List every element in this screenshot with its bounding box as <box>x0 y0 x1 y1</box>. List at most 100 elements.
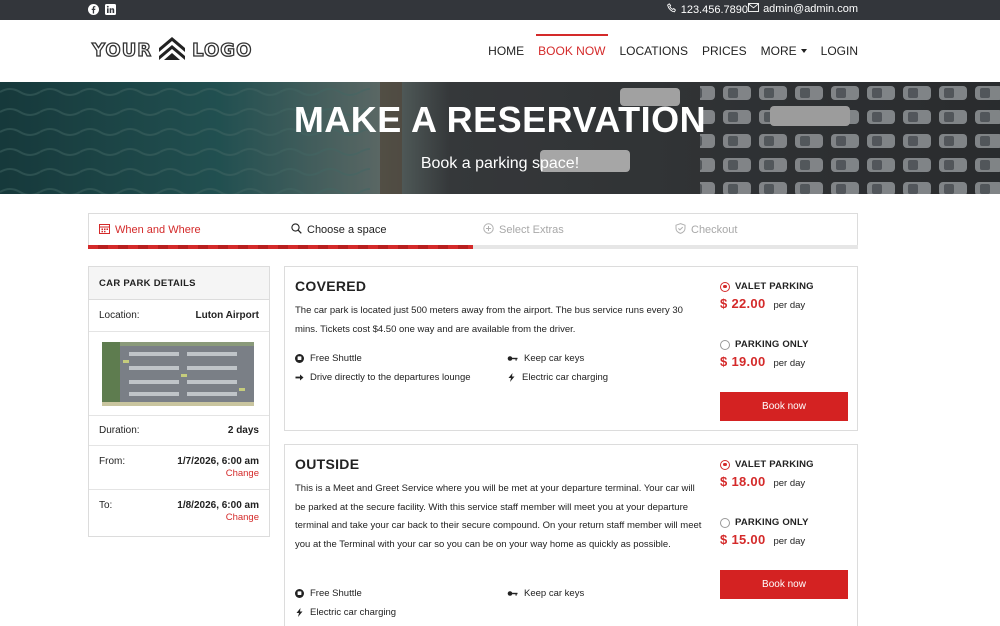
social-links <box>88 4 116 15</box>
step-label: Choose a space <box>307 224 387 236</box>
from-row: From: 1/7/2026, 6:00 am Change <box>89 446 269 490</box>
book-now-button[interactable]: Book now <box>720 392 848 421</box>
search-icon <box>291 223 302 237</box>
phone-number: 123.456.7890 <box>680 3 748 16</box>
space-title: COVERED <box>295 278 367 294</box>
steps-progress-fill <box>88 245 473 249</box>
feature-electric-charging: Electric car charging <box>295 607 396 618</box>
feature-drive-to-departures: Drive directly to the departures lounge <box>295 372 471 383</box>
option-valet-parking[interactable]: VALET PARKING $ 18.00 per day <box>720 459 848 489</box>
to-value: 1/8/2026, 6:00 am <box>177 500 259 511</box>
location-label: Location: <box>99 310 140 321</box>
step-label: Select Extras <box>499 224 564 236</box>
to-row: To: 1/8/2026, 6:00 am Change <box>89 490 269 534</box>
option-parking-only[interactable]: PARKING ONLY $ 19.00 per day <box>720 339 848 369</box>
step-label: Checkout <box>691 224 738 236</box>
main-nav: HOME BOOK NOW LOCATIONS PRICES MORE LOGI… <box>488 20 858 82</box>
option-unit: per day <box>773 536 806 547</box>
duration-value: 2 days <box>227 425 259 436</box>
step-checkout: Checkout <box>675 223 737 237</box>
feature-label: Keep car keys <box>524 588 585 599</box>
change-from-link[interactable]: Change <box>226 468 259 479</box>
phone-contact[interactable]: 123.456.7890 <box>666 3 748 16</box>
from-label: From: <box>99 456 126 467</box>
feature-electric-charging: Electric car charging <box>507 372 608 383</box>
page-subtitle: Book a parking space! <box>420 155 580 172</box>
feature-label: Electric car charging <box>310 607 397 618</box>
radio-selected-icon[interactable] <box>720 281 730 292</box>
nav-item-more[interactable]: MORE <box>761 20 807 82</box>
from-value: 1/7/2026, 6:00 am <box>177 456 259 467</box>
option-name: PARKING ONLY <box>735 339 809 350</box>
space-description: The car park is located just 500 meters … <box>295 305 683 335</box>
location-value: Luton Airport <box>195 310 259 321</box>
radio-selected-icon[interactable] <box>720 459 730 470</box>
step-when-and-where[interactable]: When and Where <box>99 223 201 237</box>
radio-unselected-icon[interactable] <box>720 517 730 528</box>
caret-down-icon <box>800 49 807 53</box>
bolt-icon <box>295 608 304 617</box>
nav-item-locations[interactable]: LOCATIONS <box>620 20 688 82</box>
step-select-extras: Select Extras <box>483 223 564 237</box>
book-now-button[interactable]: Book now <box>720 570 848 599</box>
nav-item-home[interactable]: HOME <box>488 20 524 82</box>
panel-heading: CAR PARK DETAILS <box>89 267 269 300</box>
bolt-icon <box>507 373 516 382</box>
shield-check-icon <box>675 223 686 237</box>
email-address: admin@admin.com <box>763 3 858 15</box>
option-price: $ 22.00 <box>720 296 766 311</box>
option-unit: per day <box>773 478 806 489</box>
duration-row: Duration: 2 days <box>89 416 269 446</box>
space-card-covered: COVERED The car park is located just 500… <box>284 266 858 431</box>
logo-chevron-icon <box>159 37 186 60</box>
space-card-outside: OUTSIDE This is a Meet and Greet Service… <box>284 444 858 626</box>
change-to-link[interactable]: Change <box>226 512 259 523</box>
option-price: $ 18.00 <box>720 474 766 489</box>
site-header: YOUR LOGO HOME BOOK NOW LOCATIONS PRICES… <box>0 20 1000 82</box>
logo-text-left: YOUR <box>91 39 153 61</box>
key-icon <box>507 354 518 363</box>
nav-item-book-now[interactable]: BOOK NOW <box>536 20 608 82</box>
top-bar: 123.456.7890 admin@admin.com <box>0 0 1000 20</box>
car-park-details-panel: CAR PARK DETAILS Location: Luton Airport… <box>88 266 270 537</box>
car-park-map-image <box>89 332 269 416</box>
step-label: When and Where <box>115 224 201 236</box>
shuttle-icon <box>295 589 304 598</box>
option-valet-parking[interactable]: VALET PARKING $ 22.00 per day <box>720 281 848 311</box>
option-parking-only[interactable]: PARKING ONLY $ 15.00 per day <box>720 517 848 547</box>
phone-icon <box>666 3 677 16</box>
feature-keep-car-keys: Keep car keys <box>507 353 584 364</box>
feature-label: Free Shuttle <box>310 588 362 599</box>
shuttle-icon <box>295 354 304 363</box>
calendar-icon <box>99 223 110 237</box>
space-description: This is a Meet and Greet Service where y… <box>295 483 702 550</box>
duration-label: Duration: <box>99 425 140 436</box>
arrow-right-icon <box>295 373 304 382</box>
option-name: VALET PARKING <box>735 459 814 470</box>
location-row: Location: Luton Airport <box>89 300 269 332</box>
feature-label: Electric car charging <box>522 372 609 383</box>
option-unit: per day <box>773 300 806 311</box>
step-choose-a-space[interactable]: Choose a space <box>291 223 387 237</box>
to-label: To: <box>99 500 113 511</box>
nav-item-prices[interactable]: PRICES <box>702 20 747 82</box>
facebook-icon[interactable] <box>88 4 99 15</box>
feature-free-shuttle: Free Shuttle <box>295 353 362 364</box>
feature-label: Drive directly to the departures lounge <box>310 372 471 383</box>
feature-label: Keep car keys <box>524 353 585 364</box>
email-contact[interactable]: admin@admin.com <box>748 3 858 15</box>
linkedin-icon[interactable] <box>105 4 116 15</box>
radio-unselected-icon[interactable] <box>720 339 730 350</box>
plus-circle-icon <box>483 223 494 237</box>
site-logo[interactable]: YOUR LOGO <box>91 36 253 64</box>
option-price: $ 15.00 <box>720 532 766 547</box>
feature-free-shuttle: Free Shuttle <box>295 588 362 599</box>
steps-progress-track <box>88 245 858 249</box>
nav-item-login[interactable]: LOGIN <box>821 20 858 82</box>
booking-steps: When and Where Choose a space Select Ext… <box>88 213 858 249</box>
feature-keep-car-keys: Keep car keys <box>507 588 584 599</box>
option-price: $ 19.00 <box>720 354 766 369</box>
page-title: MAKE A RESERVATION <box>293 99 707 140</box>
logo-text-right: LOGO <box>192 39 253 61</box>
option-name: PARKING ONLY <box>735 517 809 528</box>
